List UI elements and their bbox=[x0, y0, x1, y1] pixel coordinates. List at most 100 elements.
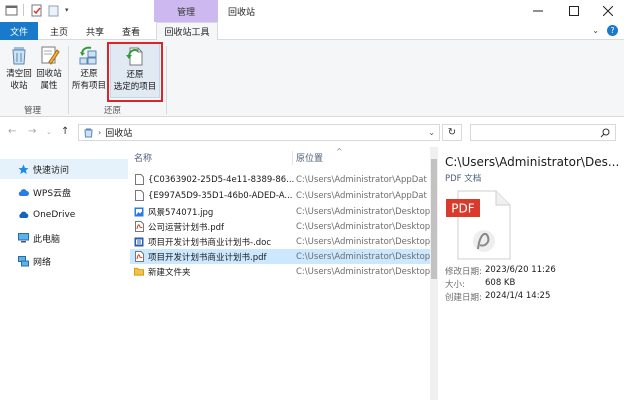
property-value: 608 KB bbox=[485, 278, 516, 288]
sidebar-item-wps-cloud[interactable]: WPS云盘 bbox=[0, 182, 128, 202]
sidebar-item-network[interactable]: 网络 bbox=[0, 251, 128, 271]
ribbon: 清空回 收站 回收站 属性 管理 还原 所有项目 还原 选定的项目 还原 bbox=[0, 40, 624, 117]
minimize-button[interactable] bbox=[522, 0, 554, 22]
sidebar-item-label: WPS云盘 bbox=[33, 188, 72, 199]
restore-all-icon bbox=[79, 46, 97, 65]
file-name: {E997A5D9-35D1-46b0-ADED-A... bbox=[148, 190, 293, 201]
empty-recycle-bin-button[interactable]: 清空回 收站 bbox=[4, 44, 34, 92]
file-original-location: C:\Users\Administrator\Desktop bbox=[296, 206, 431, 217]
search-icon bbox=[600, 128, 610, 138]
column-header-location[interactable]: 原位置 bbox=[296, 151, 323, 164]
navigation-pane: 快速访问 WPS云盘 OneDrive 此电脑 网络 bbox=[0, 147, 128, 400]
refresh-button[interactable]: ↻ bbox=[442, 124, 462, 141]
file-original-location: C:\Users\Administrator\Desktop bbox=[296, 266, 431, 277]
file-name: 新建文件夹 bbox=[148, 267, 191, 278]
preview-file-type: PDF 文档 bbox=[445, 174, 482, 184]
column-divider[interactable] bbox=[292, 151, 293, 165]
highlight-annotation-box bbox=[107, 42, 163, 102]
title-bar: ▾ 管理 回收站 bbox=[0, 0, 624, 22]
file-name: 公司运营计划书.pdf bbox=[148, 222, 224, 233]
quick-access-toolbar: ▾ bbox=[4, 3, 69, 17]
file-name: 项目开发计划书商业计划书.pdf bbox=[148, 252, 267, 263]
file-original-location: C:\Users\Administrator\Desktop bbox=[296, 251, 431, 262]
pdf-badge-label: PDF bbox=[451, 202, 474, 216]
pdf-thumbnail-icon: PDF bbox=[446, 190, 511, 260]
sidebar-item-quick-access[interactable]: 快速访问 bbox=[0, 159, 128, 179]
cloud-icon bbox=[18, 187, 29, 198]
tab-recycle-bin-tools[interactable]: 回收站工具 bbox=[156, 22, 218, 41]
sidebar-item-onedrive[interactable]: OneDrive bbox=[0, 205, 128, 225]
file-name: 风景574071.jpg bbox=[148, 207, 214, 218]
window-title: 回收站 bbox=[228, 8, 256, 18]
table-row[interactable]: 公司运营计划书.pdf C:\Users\Administrator\Deskt… bbox=[130, 219, 432, 234]
maximize-button[interactable] bbox=[558, 0, 590, 22]
table-row[interactable]: {E997A5D9-35D1-46b0-ADED-A... C:\Users\A… bbox=[130, 188, 432, 203]
file-original-location: C:\Users\Administrator\AppDat bbox=[296, 174, 427, 185]
properties-label-1: 回收站 bbox=[36, 69, 62, 79]
pdf-file-icon bbox=[134, 251, 144, 262]
recycle-bin-properties-button[interactable]: 回收站 属性 bbox=[34, 44, 64, 92]
file-name: {C0363902-25D5-4e11-8389-86... bbox=[148, 174, 294, 185]
file-original-location: C:\Users\Administrator\Desktop bbox=[296, 236, 431, 247]
word-file-icon bbox=[134, 236, 144, 247]
property-value: 2024/1/4 14:25 bbox=[485, 291, 551, 301]
group-label-manage: 管理 bbox=[24, 106, 42, 116]
table-row[interactable]: 风景574071.jpg C:\Users\Administrator\Desk… bbox=[130, 204, 432, 219]
folder-icon bbox=[134, 266, 144, 277]
new-folder-icon[interactable] bbox=[46, 3, 60, 17]
back-arrow-icon[interactable]: ← bbox=[8, 126, 16, 137]
search-box[interactable] bbox=[470, 124, 616, 141]
tab-file[interactable]: 文件 bbox=[0, 22, 38, 40]
cloud-icon bbox=[18, 210, 29, 221]
ribbon-group-divider bbox=[68, 46, 69, 114]
sidebar-item-label: 网络 bbox=[33, 257, 52, 268]
close-button[interactable] bbox=[592, 0, 624, 22]
ribbon-group-divider bbox=[166, 46, 167, 114]
breadcrumb[interactable]: 回收站 bbox=[105, 126, 132, 139]
group-label-restore: 还原 bbox=[104, 106, 122, 116]
forward-arrow-icon[interactable]: → bbox=[28, 126, 36, 137]
image-file-icon bbox=[134, 206, 144, 217]
restore-all-label-1: 还原 bbox=[80, 69, 98, 79]
preview-size: 大小: 608 KB bbox=[445, 278, 515, 290]
scrollbar-thumb[interactable] bbox=[431, 159, 437, 279]
maximize-icon bbox=[569, 6, 579, 16]
property-label: 创建日期: bbox=[445, 293, 482, 303]
table-row[interactable]: 新建文件夹 C:\Users\Administrator\Desktop bbox=[130, 264, 432, 279]
address-row: ← → ⌄ ↑ › 回收站 ⌄ ↻ bbox=[0, 117, 624, 147]
sidebar-item-this-pc[interactable]: 此电脑 bbox=[0, 228, 128, 248]
property-label: 大小: bbox=[445, 280, 465, 290]
table-row-selected[interactable]: 项目开发计划书商业计划书.pdf C:\Users\Administrator\… bbox=[130, 249, 432, 264]
table-row[interactable]: 项目开发计划书商业计划书-.doc C:\Users\Administrator… bbox=[130, 234, 432, 249]
pdf-file-icon bbox=[134, 221, 144, 232]
refresh-icon: ↻ bbox=[447, 127, 457, 138]
up-arrow-icon[interactable]: ↑ bbox=[61, 126, 69, 137]
tab-home[interactable]: 主页 bbox=[44, 22, 74, 40]
column-header-name[interactable]: 名称 bbox=[134, 151, 152, 164]
star-icon bbox=[18, 164, 29, 175]
tab-share[interactable]: 共享 bbox=[80, 22, 110, 40]
recent-locations-icon[interactable]: ⌄ bbox=[46, 128, 52, 136]
properties-check-icon[interactable] bbox=[29, 3, 43, 17]
customize-qat-icon[interactable]: ▾ bbox=[65, 6, 69, 14]
file-name: 项目开发计划书商业计划书-.doc bbox=[148, 237, 272, 248]
tab-view[interactable]: 查看 bbox=[116, 22, 146, 40]
sidebar-item-label: OneDrive bbox=[33, 210, 76, 220]
help-icon[interactable]: ? bbox=[607, 25, 618, 36]
file-list-scrollbar[interactable] bbox=[430, 147, 438, 400]
breadcrumb-chevron-icon[interactable]: › bbox=[98, 128, 101, 137]
table-row[interactable]: {C0363902-25D5-4e11-8389-86... C:\Users\… bbox=[130, 172, 432, 187]
collapse-ribbon-icon[interactable]: ⌄ bbox=[592, 26, 599, 35]
sort-ascending-icon: ^ bbox=[336, 147, 343, 156]
address-dropdown-icon[interactable]: ⌄ bbox=[428, 128, 435, 137]
address-bar[interactable]: › 回收站 ⌄ bbox=[78, 124, 440, 141]
close-icon bbox=[603, 6, 613, 16]
restore-all-items-button[interactable]: 还原 所有项目 bbox=[70, 44, 108, 92]
recycle-bin-icon bbox=[84, 128, 93, 138]
window-menu-icon[interactable] bbox=[4, 3, 18, 17]
file-icon bbox=[134, 174, 144, 185]
qat-divider bbox=[23, 4, 24, 16]
minimize-icon bbox=[533, 10, 543, 12]
restore-all-label-2: 所有项目 bbox=[71, 81, 106, 91]
search-input[interactable] bbox=[475, 125, 595, 140]
